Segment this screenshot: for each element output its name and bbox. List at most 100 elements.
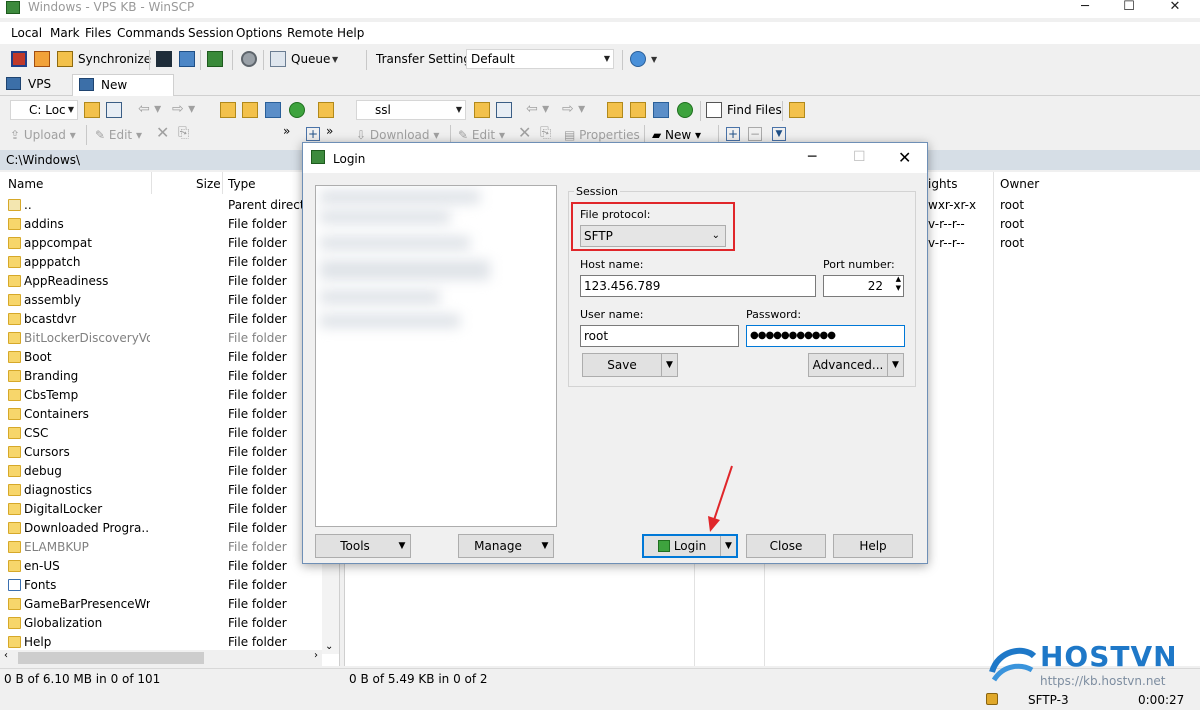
tree-icon[interactable]: [789, 102, 805, 118]
open-folder-icon[interactable]: [474, 102, 490, 118]
back-arrow-icon[interactable]: ⇦ ▾: [138, 101, 161, 117]
refresh-session-icon[interactable]: [207, 51, 223, 67]
dialog-close-button[interactable]: ✕: [898, 148, 911, 167]
edit-remote-button[interactable]: ✎ Edit ▾: [458, 127, 505, 143]
table-row[interactable]: Downloaded Progra... File folder: [0, 519, 322, 538]
forward-arrow-icon[interactable]: ⇨ ▾: [172, 101, 195, 117]
port-stepper-icon[interactable]: ▲ ▼: [896, 275, 901, 293]
home-icon[interactable]: [653, 102, 669, 118]
filter-small-icon[interactable]: ▼: [772, 127, 786, 141]
gear-icon[interactable]: [241, 51, 257, 67]
queue-dropdown-arrow[interactable]: ▼: [332, 55, 338, 64]
tree-icon[interactable]: [318, 102, 334, 118]
table-row[interactable]: en-US File folder: [0, 557, 322, 576]
delete-icon[interactable]: ✕: [156, 125, 169, 141]
minus-icon[interactable]: −: [748, 127, 762, 141]
login-dropdown-arrow[interactable]: ▼: [720, 536, 736, 556]
horizontal-scrollbar[interactable]: ‹ ›: [0, 650, 322, 666]
find-files-button[interactable]: Find Files: [727, 102, 782, 118]
table-row[interactable]: appcompat File folder: [0, 234, 322, 253]
refresh-icon[interactable]: [677, 102, 693, 118]
plus-icon[interactable]: +: [726, 127, 740, 141]
synchronize-icon[interactable]: [57, 51, 73, 67]
table-row[interactable]: Boot File folder: [0, 348, 322, 367]
menu-options[interactable]: Options: [236, 25, 282, 41]
filter-icon[interactable]: [496, 102, 512, 118]
table-row[interactable]: ELAMBKUP File folder: [0, 538, 322, 557]
synchronize-button[interactable]: Synchronize: [78, 51, 151, 67]
table-row[interactable]: Containers File folder: [0, 405, 322, 424]
putty-icon[interactable]: [179, 51, 195, 67]
table-row[interactable]: bcastdvr File folder: [0, 310, 322, 329]
globe-icon[interactable]: [630, 51, 646, 67]
column-header-name[interactable]: Name: [8, 176, 43, 192]
root-directory-icon[interactable]: [630, 102, 646, 118]
menu-local[interactable]: Local: [11, 25, 42, 41]
delete-icon[interactable]: ✕: [518, 125, 531, 141]
root-directory-icon[interactable]: [242, 102, 258, 118]
save-button[interactable]: Save ▼: [582, 353, 678, 377]
menu-session[interactable]: Session: [188, 25, 234, 41]
transfer-settings-select[interactable]: Default ▼: [466, 49, 614, 69]
tab-new-session[interactable]: New Session: [72, 74, 174, 112]
table-row[interactable]: apppatch File folder: [0, 253, 322, 272]
dialog-minimize-button[interactable]: ─: [808, 149, 816, 165]
minimize-button[interactable]: ─: [1062, 0, 1108, 16]
scroll-down-icon[interactable]: ⌄: [325, 641, 333, 652]
local-drive-select[interactable]: C: Loc ▼: [10, 100, 78, 120]
find-files-icon[interactable]: [706, 102, 722, 118]
file-protocol-select[interactable]: SFTP ⌄: [580, 225, 726, 247]
table-row[interactable]: CSC File folder: [0, 424, 322, 443]
table-row[interactable]: AppReadiness File folder: [0, 272, 322, 291]
more-chevron-icon[interactable]: »: [283, 123, 290, 139]
rename-icon[interactable]: ⎘: [540, 125, 551, 141]
host-name-field[interactable]: 123.456.789: [580, 275, 816, 297]
port-number-field[interactable]: 22 ▲ ▼: [823, 275, 904, 297]
column-header-type[interactable]: Type: [228, 176, 256, 192]
table-row[interactable]: Fonts File folder: [0, 576, 322, 595]
column-header-rights[interactable]: ights: [928, 176, 958, 192]
back-arrow-icon[interactable]: ⇦ ▾: [526, 101, 549, 117]
table-row[interactable]: CbsTemp File folder: [0, 386, 322, 405]
scroll-right-icon[interactable]: ›: [314, 650, 318, 661]
manage-button[interactable]: Manage ▼: [458, 534, 554, 558]
open-folder-icon[interactable]: [84, 102, 100, 118]
menu-commands[interactable]: Commands: [117, 25, 185, 41]
table-row[interactable]: .. Parent directo: [0, 196, 322, 215]
menu-mark[interactable]: Mark: [50, 25, 80, 41]
table-row[interactable]: addins File folder: [0, 215, 322, 234]
close-window-button[interactable]: ✕: [1152, 0, 1198, 16]
site-list[interactable]: [315, 185, 557, 527]
maximize-button[interactable]: ☐: [1106, 0, 1152, 16]
edit-button[interactable]: ✎ Edit ▾: [95, 127, 142, 143]
queue-icon[interactable]: [270, 51, 286, 67]
download-button[interactable]: ⇩ Download ▾: [356, 127, 439, 143]
parent-directory-icon[interactable]: [607, 102, 623, 118]
save-dropdown-arrow[interactable]: ▼: [661, 354, 677, 376]
queue-button[interactable]: Queue: [291, 51, 330, 67]
table-row[interactable]: GameBarPresenceWri File folder: [0, 595, 322, 614]
console-icon[interactable]: [156, 51, 172, 67]
menu-files[interactable]: Files: [85, 25, 111, 41]
upload-button[interactable]: ⇪ Upload ▾: [10, 127, 76, 143]
table-row[interactable]: Cursors File folder: [0, 443, 322, 462]
column-header-owner[interactable]: Owner: [1000, 176, 1039, 192]
table-row[interactable]: Globalization File folder: [0, 614, 322, 633]
column-header-size[interactable]: Size: [196, 176, 221, 192]
table-row[interactable]: DigitalLocker File folder: [0, 500, 322, 519]
tools-button[interactable]: Tools ▼: [315, 534, 411, 558]
table-row[interactable]: debug File folder: [0, 462, 322, 481]
table-row[interactable]: BitLockerDiscoveryVo... File folder: [0, 329, 322, 348]
user-name-field[interactable]: root: [580, 325, 739, 347]
tab-vps-kb[interactable]: VPS KB: [0, 74, 72, 111]
properties-button[interactable]: ▤ Properties: [564, 127, 640, 143]
help-button[interactable]: Help: [833, 534, 913, 558]
refresh-icon[interactable]: [289, 102, 305, 118]
plus-icon[interactable]: +: [306, 127, 320, 141]
scroll-left-icon[interactable]: ‹: [4, 650, 8, 661]
manage-dropdown-arrow[interactable]: ▼: [537, 535, 553, 557]
table-row[interactable]: assembly File folder: [0, 291, 322, 310]
compare-directories-icon[interactable]: [11, 51, 27, 67]
advanced-button[interactable]: Advanced... ▼: [808, 353, 904, 377]
home-icon[interactable]: [265, 102, 281, 118]
